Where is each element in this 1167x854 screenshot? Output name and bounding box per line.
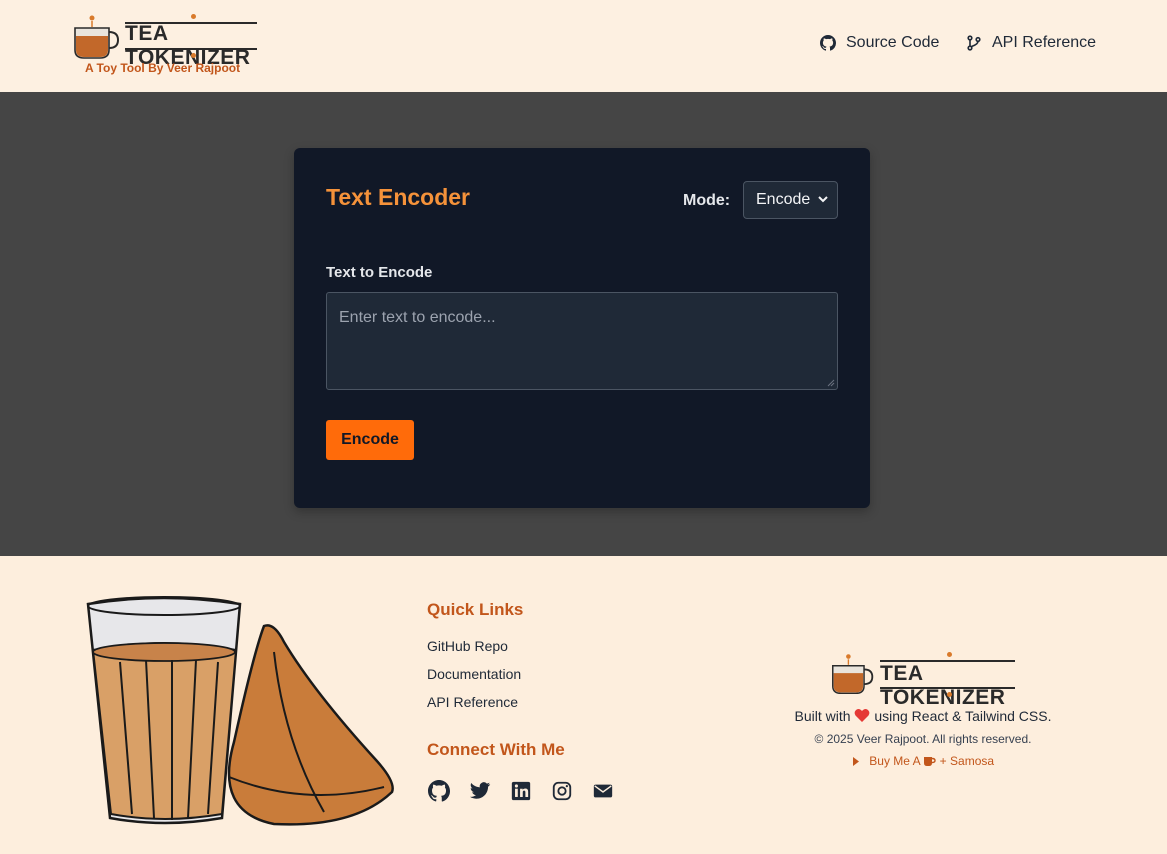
text-input-placeholder: Enter text to encode... bbox=[339, 309, 496, 326]
github-icon bbox=[820, 35, 836, 51]
text-encoder-card: Text Encoder Mode: Encode Text to Encode… bbox=[294, 148, 870, 508]
tea-cup-icon bbox=[74, 15, 120, 59]
copyright-text: © 2025 Veer Rajpoot. All rights reserved… bbox=[814, 732, 1032, 746]
footer-link-api-reference[interactable]: API Reference bbox=[427, 694, 518, 710]
built-with-text: Built with using React & Tailwind CSS. bbox=[773, 708, 1073, 724]
encode-button[interactable]: Encode bbox=[326, 420, 414, 460]
coffee-cup-icon bbox=[924, 757, 937, 766]
github-icon[interactable] bbox=[428, 780, 451, 802]
logo[interactable]: TEA TOKENIZER A Toy Tool By Veer Rajpoot bbox=[72, 12, 262, 78]
nav-source-code[interactable]: Source Code bbox=[820, 34, 939, 52]
footer-logo: TEA TOKENIZER bbox=[830, 652, 1020, 709]
connect-title: Connect With Me bbox=[427, 740, 565, 759]
quick-links-title: Quick Links bbox=[427, 600, 524, 619]
built-prefix: Built with bbox=[794, 708, 851, 724]
card-title: Text Encoder bbox=[326, 184, 470, 210]
instagram-icon[interactable] bbox=[551, 780, 573, 802]
chai-and-samosa-illustration bbox=[86, 596, 394, 826]
footer-link-github-repo[interactable]: GitHub Repo bbox=[427, 638, 508, 654]
logo-rule-bottom bbox=[125, 48, 257, 50]
envelope-icon[interactable] bbox=[592, 780, 614, 802]
nav-api-reference-label: API Reference bbox=[992, 34, 1097, 51]
logo-dot bbox=[191, 53, 196, 58]
footer-logo-title: TEA TOKENIZER bbox=[880, 662, 1006, 709]
heart-icon bbox=[855, 709, 870, 722]
buy-me-link[interactable]: Buy Me A + Samosa bbox=[773, 754, 1073, 768]
linkedin-icon[interactable] bbox=[510, 780, 532, 802]
nav-api-reference[interactable]: API Reference bbox=[966, 34, 1096, 52]
site-footer: Quick Links GitHub Repo Documentation AP… bbox=[0, 556, 1167, 854]
tea-cup-icon bbox=[832, 654, 874, 695]
resize-handle-icon[interactable] bbox=[827, 379, 835, 387]
text-input[interactable]: Enter text to encode... bbox=[326, 292, 838, 390]
text-field-label: Text to Encode bbox=[326, 264, 433, 281]
chevron-down-icon bbox=[818, 196, 828, 203]
buy-prefix: Buy Me A bbox=[869, 754, 920, 768]
buy-suffix: + Samosa bbox=[939, 754, 995, 768]
logo-rule-bottom bbox=[880, 687, 1015, 689]
logo-subtitle: A Toy Tool By Veer Rajpoot bbox=[85, 61, 241, 75]
mode-label: Mode: bbox=[683, 192, 731, 209]
logo-dot bbox=[191, 14, 196, 19]
footer-link-documentation[interactable]: Documentation bbox=[427, 666, 521, 682]
logo-dot bbox=[947, 692, 952, 697]
nav-source-code-label: Source Code bbox=[846, 34, 940, 51]
site-header: TEA TOKENIZER A Toy Tool By Veer Rajpoot… bbox=[0, 0, 1167, 92]
logo-dot bbox=[947, 652, 952, 657]
mode-select-value: Encode bbox=[756, 191, 811, 208]
caret-right-icon bbox=[852, 757, 859, 766]
built-suffix: using React & Tailwind CSS. bbox=[874, 708, 1052, 724]
git-branch-icon bbox=[967, 35, 981, 51]
twitter-icon[interactable] bbox=[469, 780, 491, 802]
mode-select[interactable]: Encode bbox=[743, 181, 838, 219]
